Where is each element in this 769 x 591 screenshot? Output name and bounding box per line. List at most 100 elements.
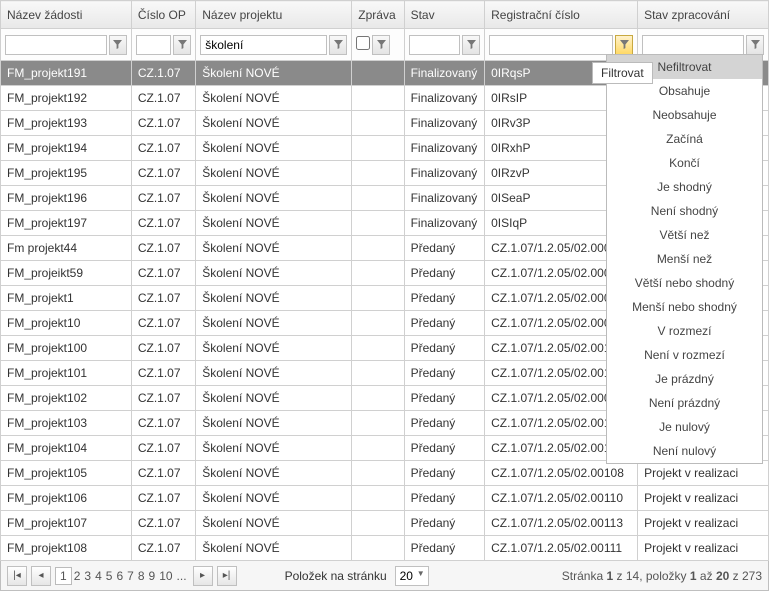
pager-page[interactable]: 10 (157, 569, 174, 583)
filter-menu-item[interactable]: Je prázdný (607, 367, 762, 391)
table-cell: Projekt v realizaci (638, 536, 769, 561)
table-cell: Předaný (404, 286, 485, 311)
page-size-select[interactable]: 20 (395, 566, 429, 586)
table-row[interactable]: FM_projekt105CZ.1.07Školení NOVÉPředanýC… (1, 461, 769, 486)
table-cell: Školení NOVÉ (196, 511, 352, 536)
filter-button[interactable] (329, 35, 347, 55)
filter-input[interactable] (200, 35, 327, 55)
column-header[interactable]: Registrační číslo (485, 1, 638, 29)
filter-menu-item[interactable]: Není nulový (607, 439, 762, 463)
pager-info: Stránka 1 z 14, položky 1 až 20 z 273 (562, 569, 762, 583)
pager-prev-button[interactable]: ◂ (31, 566, 51, 586)
table-row[interactable]: FM_projekt108CZ.1.07Školení NOVÉPředanýC… (1, 536, 769, 561)
filter-input[interactable] (136, 35, 171, 55)
pager-page[interactable]: 1 (55, 567, 72, 585)
table-cell: Školení NOVÉ (196, 386, 352, 411)
filter-menu-item[interactable]: Začíná (607, 127, 762, 151)
prev-page-icon: ◂ (38, 570, 43, 581)
pager-page[interactable]: 7 (125, 569, 136, 583)
table-cell: FM_projekt194 (1, 136, 132, 161)
table-cell: CZ.1.07 (131, 236, 195, 261)
table-cell: Školení NOVÉ (196, 536, 352, 561)
table-cell: Školení NOVÉ (196, 186, 352, 211)
table-cell: FM_projekt195 (1, 161, 132, 186)
table-cell: Předaný (404, 461, 485, 486)
table-row[interactable]: FM_projekt107CZ.1.07Školení NOVÉPředanýC… (1, 511, 769, 536)
pager-last-button[interactable]: ▸| (217, 566, 237, 586)
pager-page[interactable]: 8 (136, 569, 147, 583)
filter-input[interactable] (5, 35, 107, 55)
pager-first-button[interactable]: |◂ (7, 566, 27, 586)
filter-input[interactable] (642, 35, 744, 55)
filter-menu-item[interactable]: Menší nebo shodný (607, 295, 762, 319)
table-cell: Finalizovaný (404, 136, 485, 161)
table-cell: Školení NOVÉ (196, 361, 352, 386)
filter-input[interactable] (489, 35, 613, 55)
filter-cell (1, 29, 132, 61)
table-cell: FM_projekt193 (1, 111, 132, 136)
table-cell: CZ.1.07/1.2.05/02.00113 (485, 511, 638, 536)
filter-button[interactable] (462, 35, 480, 55)
table-cell: Projekt v realizaci (638, 486, 769, 511)
filter-button[interactable] (372, 35, 390, 55)
table-cell: CZ.1.07 (131, 286, 195, 311)
filter-menu-item[interactable]: Menší než (607, 247, 762, 271)
table-cell: Fm projekt44 (1, 236, 132, 261)
table-cell (352, 511, 404, 536)
filter-input[interactable] (409, 35, 461, 55)
filter-checkbox[interactable] (356, 36, 370, 50)
table-cell (352, 186, 404, 211)
table-row[interactable]: FM_projekt106CZ.1.07Školení NOVÉPředanýC… (1, 486, 769, 511)
table-cell (352, 486, 404, 511)
table-cell: FM_projekt10 (1, 311, 132, 336)
filter-button[interactable] (109, 35, 127, 55)
column-header[interactable]: Stav (404, 1, 485, 29)
table-cell (352, 311, 404, 336)
pager-page[interactable]: 2 (72, 569, 83, 583)
table-cell: Předaný (404, 311, 485, 336)
filter-menu-item[interactable]: Neobsahuje (607, 103, 762, 127)
filter-button[interactable] (615, 35, 633, 55)
filter-menu-item[interactable]: Větší nebo shodný (607, 271, 762, 295)
table-cell: FM_projekt105 (1, 461, 132, 486)
pager: |◂ ◂ 12345678910... ▸ ▸| Položek na strá… (0, 561, 769, 591)
table-cell: Předaný (404, 361, 485, 386)
filter-menu-item[interactable]: Není prázdný (607, 391, 762, 415)
column-header[interactable]: Stav zpracování (638, 1, 769, 29)
pager-next-button[interactable]: ▸ (193, 566, 213, 586)
table-cell: Školení NOVÉ (196, 486, 352, 511)
filter-button[interactable] (746, 35, 764, 55)
filter-menu-item[interactable]: Končí (607, 151, 762, 175)
column-header[interactable]: Číslo OP (131, 1, 195, 29)
table-cell: CZ.1.07/1.2.05/02.00111 (485, 536, 638, 561)
table-cell: CZ.1.07 (131, 161, 195, 186)
filter-menu-item[interactable]: Je nulový (607, 415, 762, 439)
filter-menu-item[interactable]: Není shodný (607, 199, 762, 223)
table-cell: FM_projekt104 (1, 436, 132, 461)
column-header[interactable]: Název projektu (196, 1, 352, 29)
funnel-icon (377, 38, 386, 52)
column-header[interactable]: Zpráva (352, 1, 404, 29)
filter-button[interactable] (173, 35, 191, 55)
table-cell: Předaný (404, 536, 485, 561)
table-cell: Finalizovaný (404, 211, 485, 236)
filter-options-menu[interactable]: NefiltrovatObsahujeNeobsahujeZačínáKončí… (606, 54, 763, 464)
table-cell: Školení NOVÉ (196, 336, 352, 361)
pager-page[interactable]: 3 (82, 569, 93, 583)
pager-page[interactable]: 6 (114, 569, 125, 583)
filter-menu-item[interactable]: V rozmezí (607, 319, 762, 343)
pager-page[interactable]: 4 (93, 569, 104, 583)
table-cell: Předaný (404, 411, 485, 436)
table-cell: FM_projekt192 (1, 86, 132, 111)
column-header[interactable]: Název žádosti (1, 1, 132, 29)
filter-menu-item[interactable]: Větší než (607, 223, 762, 247)
table-cell (352, 211, 404, 236)
filter-menu-item[interactable]: Je shodný (607, 175, 762, 199)
pager-page[interactable]: 9 (147, 569, 158, 583)
pager-page[interactable]: ... (175, 569, 189, 583)
next-page-icon: ▸ (200, 570, 205, 581)
filter-cell (131, 29, 195, 61)
funnel-icon (620, 38, 629, 52)
pager-page[interactable]: 5 (104, 569, 115, 583)
filter-menu-item[interactable]: Není v rozmezí (607, 343, 762, 367)
